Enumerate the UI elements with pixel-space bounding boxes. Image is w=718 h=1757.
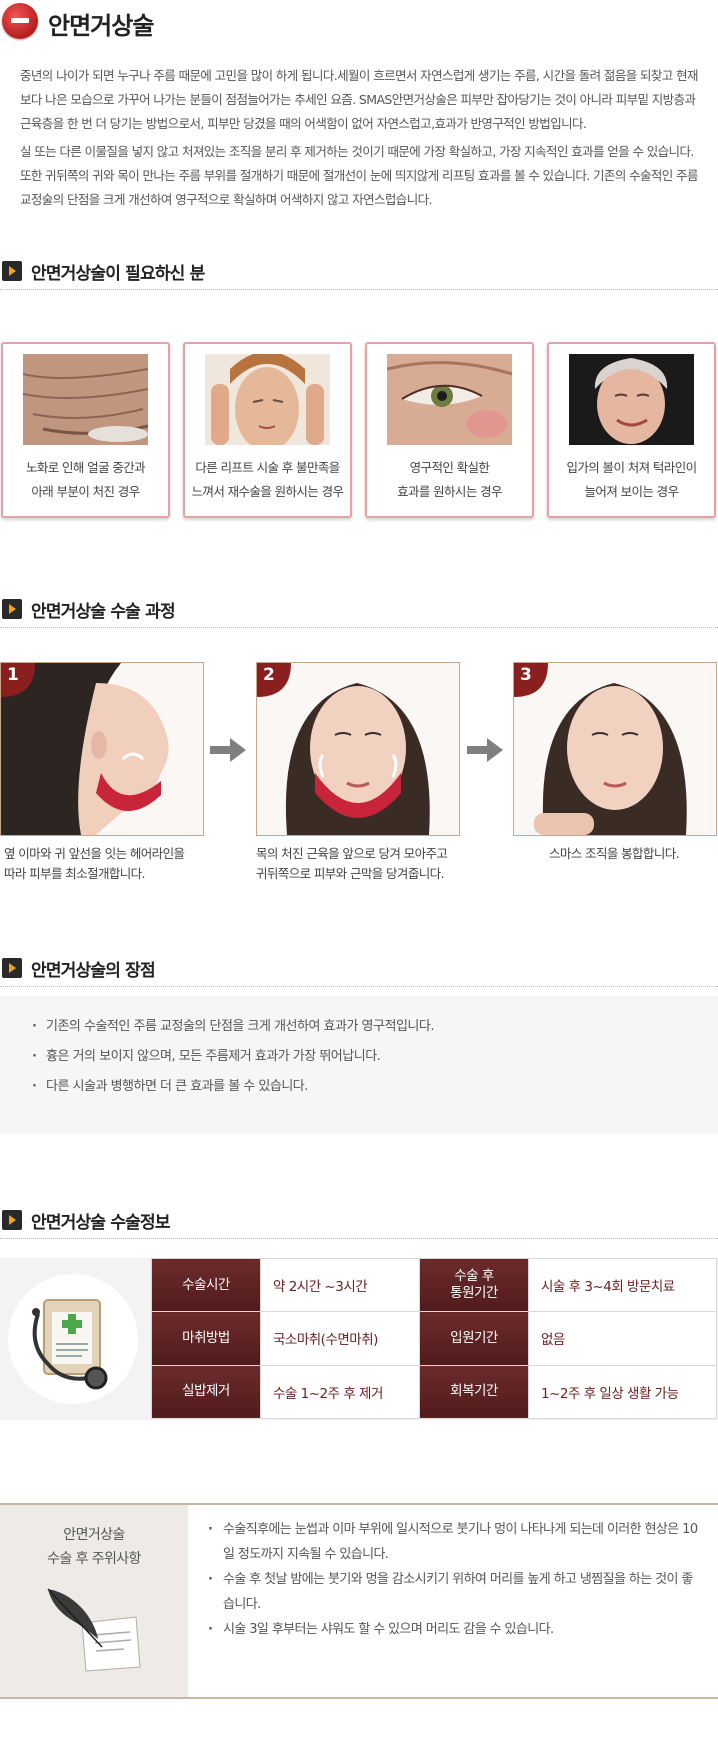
table-cell: 시술 후 3~4회 방문치료 bbox=[528, 1257, 717, 1313]
medical-chart-icon bbox=[8, 1274, 138, 1404]
list-item: 시술 3일 후부터는 샤워도 할 수 있으며 머리도 감을 수 있습니다. bbox=[208, 1617, 698, 1642]
process-step: 1 bbox=[0, 662, 204, 836]
header-line: 수술 후 bbox=[454, 1268, 494, 1285]
card-caption: 노화로 인해 얼굴 중간과 아래 부분이 처진 경우 bbox=[3, 456, 168, 504]
arrow-right-icon bbox=[2, 1210, 22, 1230]
minus-circle-icon bbox=[2, 3, 38, 39]
quill-paper-icon bbox=[47, 1588, 141, 1672]
advantages-box: 기존의 수술적인 주름 교정술의 단점을 크게 개선하여 효과가 영구적입니다.… bbox=[0, 996, 718, 1134]
card-caption: 입가의 볼이 처져 턱라인이 늘어져 보이는 경우 bbox=[549, 456, 714, 504]
caution-title-line: 안면거상술 bbox=[63, 1527, 125, 1543]
caution-sidebar: 안면거상술 수술 후 주위사항 bbox=[0, 1505, 188, 1697]
arrow-right-icon bbox=[210, 738, 246, 762]
step-number: 2 bbox=[263, 665, 275, 685]
need-card: 입가의 볼이 처져 턱라인이 늘어져 보이는 경우 bbox=[547, 342, 716, 518]
elderly-woman-photo bbox=[569, 354, 694, 445]
caption-line: 귀뒤쪽으로 피부와 근막을 당겨줍니다. bbox=[256, 866, 445, 881]
table-cell: 없음 bbox=[528, 1311, 717, 1366]
list-item: 흉은 거의 보이지 않으며, 모든 주름제거 효과가 가장 뛰어납니다. bbox=[32, 1042, 434, 1072]
table-row: 마취방법 국소마취(수면마취) 입원기간 없음 bbox=[151, 1311, 717, 1366]
card-caption: 영구적인 확실한 효과를 원하시는 경우 bbox=[367, 456, 532, 504]
list-item: 다른 시술과 병행하면 더 큰 효과를 볼 수 있습니다. bbox=[32, 1072, 434, 1102]
list-item: 수술직후에는 눈썹과 이마 부위에 일시적으로 붓기나 멍이 나타나게 되는데 … bbox=[208, 1517, 698, 1567]
step-caption: 옆 이마와 귀 앞선을 잇는 헤어라인을 따라 피부를 최소절개합니다. bbox=[4, 844, 234, 884]
table-header-cell: 입원기간 bbox=[419, 1311, 529, 1366]
info-table: 수술시간 약 2시간 ~3시간 수술 후 통원기간 시술 후 3~4회 방문치료… bbox=[151, 1257, 717, 1420]
post-op-cautions: 안면거상술 수술 후 주위사항 수술직후에는 눈썹과 이마 부위에 일시적으로 … bbox=[0, 1503, 718, 1699]
step-caption: 스마스 조직을 봉합합니다. bbox=[513, 844, 715, 864]
arrow-right-icon bbox=[2, 958, 22, 978]
arrow-right-icon bbox=[467, 738, 503, 762]
aged-face-photo bbox=[23, 354, 148, 445]
needs-cards: 노화로 인해 얼굴 중간과 아래 부분이 처진 경우 다른 리프트 시술 후 불… bbox=[0, 342, 718, 520]
process-step: 2 bbox=[256, 662, 460, 836]
section-header-info: 안면거상술 수술정보 bbox=[0, 1204, 718, 1239]
intro-paragraph: 중년의 나이가 되면 누구나 주름 때문에 고민을 많이 하게 됩니다.세월이 … bbox=[20, 68, 698, 131]
woman-temples-photo bbox=[205, 354, 330, 445]
table-header-cell: 실밥제거 bbox=[151, 1364, 261, 1420]
table-cell: 수술 1~2주 후 제거 bbox=[260, 1364, 420, 1420]
list-item: 수술 후 첫날 밤에는 붓기와 멍을 감소시키기 위하여 머리를 높게 하고 냉… bbox=[208, 1567, 698, 1617]
section-title: 안면거상술 수술 과정 bbox=[31, 602, 176, 622]
section-header-process: 안면거상술 수술 과정 bbox=[0, 593, 718, 628]
eye-closeup-photo bbox=[387, 354, 512, 445]
caption-line: 노화로 인해 얼굴 중간과 bbox=[25, 460, 146, 475]
need-card: 노화로 인해 얼굴 중간과 아래 부분이 처진 경우 bbox=[1, 342, 170, 518]
caption-line: 다른 리프트 시술 후 불만족을 bbox=[195, 460, 340, 475]
intro-paragraph: 실 또는 다른 이물질을 넣지 않고 처져있는 조직을 분리 후 제거하는 것이… bbox=[20, 144, 698, 207]
need-card: 영구적인 확실한 효과를 원하시는 경우 bbox=[365, 342, 534, 518]
caution-title-line: 수술 후 주위사항 bbox=[47, 1551, 141, 1567]
caution-title: 안면거상술 수술 후 주위사항 bbox=[0, 1523, 188, 1571]
caption-line: 영구적인 확실한 bbox=[409, 460, 490, 475]
need-card: 다른 리프트 시술 후 불만족을 느껴서 재수술을 원하시는 경우 bbox=[183, 342, 352, 518]
caption-line: 효과를 원하시는 경우 bbox=[397, 484, 502, 499]
process-step: 3 bbox=[513, 662, 717, 836]
table-header-cell: 수술 후 통원기간 bbox=[419, 1257, 529, 1313]
caution-list: 수술직후에는 눈썹과 이마 부위에 일시적으로 붓기나 멍이 나타나게 되는데 … bbox=[208, 1517, 698, 1642]
section-title: 안면거상술의 장점 bbox=[31, 961, 156, 981]
intro-text: 중년의 나이가 되면 누구나 주름 때문에 고민을 많이 하게 됩니다.세월이 … bbox=[20, 64, 700, 216]
step-number: 1 bbox=[7, 665, 19, 685]
section-title: 안면거상술 수술정보 bbox=[31, 1213, 170, 1233]
caption-line: 입가의 볼이 처져 턱라인이 bbox=[566, 460, 697, 475]
caption-line: 늘어져 보이는 경우 bbox=[584, 484, 680, 499]
table-header-cell: 회복기간 bbox=[419, 1364, 529, 1420]
table-header-cell: 마취방법 bbox=[151, 1311, 261, 1366]
page-header: 안면거상술 bbox=[0, 0, 718, 48]
caption-line: 따라 피부를 최소절개합니다. bbox=[4, 866, 146, 881]
table-cell: 약 2시간 ~3시간 bbox=[260, 1257, 420, 1313]
table-row: 수술시간 약 2시간 ~3시간 수술 후 통원기간 시술 후 3~4회 방문치료 bbox=[151, 1257, 717, 1313]
caption-line: 목의 처진 근육을 앞으로 당겨 모아주고 bbox=[256, 846, 448, 861]
caption-line: 아래 부분이 처진 경우 bbox=[31, 484, 140, 499]
table-header-cell: 수술시간 bbox=[151, 1257, 261, 1313]
advantages-list: 기존의 수술적인 주름 교정술의 단점을 크게 개선하여 효과가 영구적입니다.… bbox=[32, 1012, 434, 1102]
card-caption: 다른 리프트 시술 후 불만족을 느껴서 재수술을 원하시는 경우 bbox=[185, 456, 350, 504]
table-cell: 국소마취(수면마취) bbox=[260, 1311, 420, 1366]
list-item: 기존의 수술적인 주름 교정술의 단점을 크게 개선하여 효과가 영구적입니다. bbox=[32, 1012, 434, 1042]
caption-line: 스마스 조직을 봉합합니다. bbox=[548, 846, 680, 861]
arrow-right-icon bbox=[2, 261, 22, 281]
page-title: 안면거상술 bbox=[48, 12, 154, 40]
table-row: 실밥제거 수술 1~2주 후 제거 회복기간 1~2주 후 일상 생활 가능 bbox=[151, 1364, 717, 1420]
caption-line: 느껴서 재수술을 원하시는 경우 bbox=[191, 484, 344, 499]
caption-line: 옆 이마와 귀 앞선을 잇는 헤어라인을 bbox=[4, 846, 185, 861]
step-number: 3 bbox=[520, 665, 532, 685]
step-caption: 목의 처진 근육을 앞으로 당겨 모아주고 귀뒤쪽으로 피부와 근막을 당겨줍니… bbox=[256, 844, 486, 884]
section-header-needs: 안면거상술이 필요하신 분 bbox=[0, 255, 718, 290]
surgery-info: 수술시간 약 2시간 ~3시간 수술 후 통원기간 시술 후 3~4회 방문치료… bbox=[0, 1257, 718, 1420]
arrow-right-icon bbox=[2, 599, 22, 619]
section-header-advantages: 안면거상술의 장점 bbox=[0, 952, 718, 987]
page: 안면거상술 중년의 나이가 되면 누구나 주름 때문에 고민을 많이 하게 됩니… bbox=[0, 0, 718, 1757]
header-line: 통원기간 bbox=[450, 1285, 498, 1302]
section-title: 안면거상술이 필요하신 분 bbox=[31, 264, 205, 284]
table-cell: 1~2주 후 일상 생활 가능 bbox=[528, 1364, 717, 1420]
